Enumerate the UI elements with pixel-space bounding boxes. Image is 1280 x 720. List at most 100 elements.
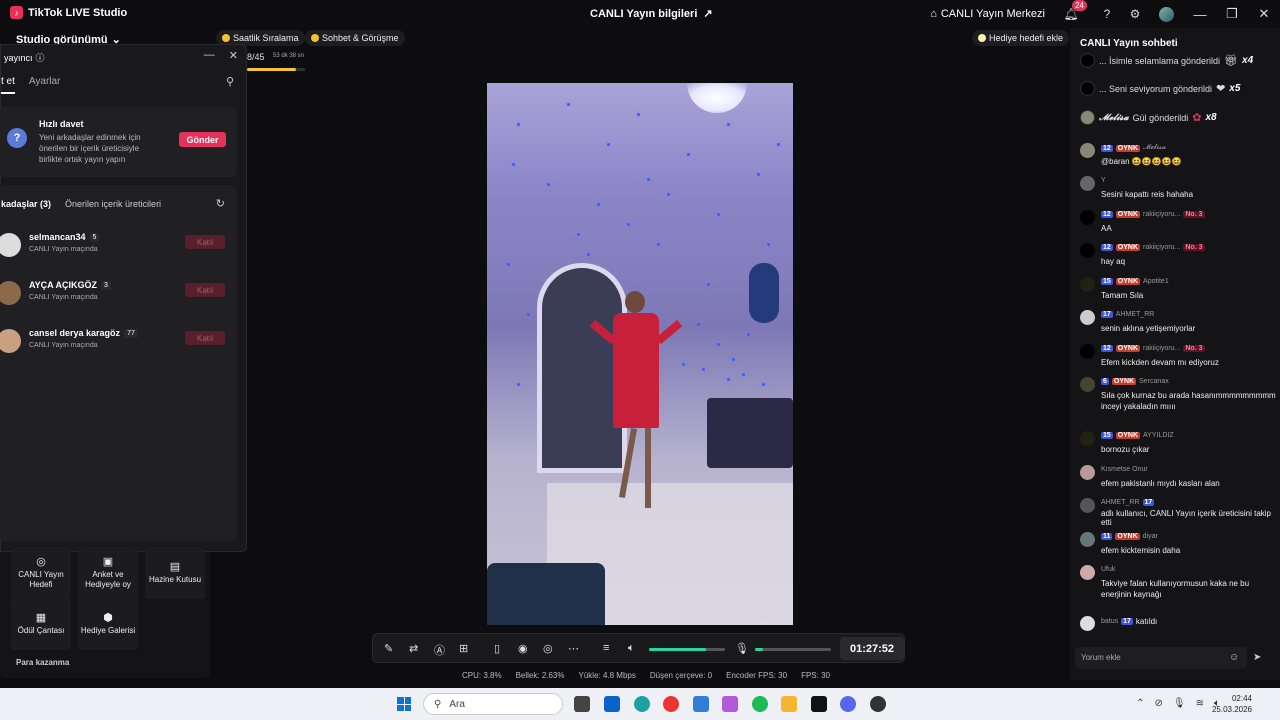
camera-icon[interactable]: ◎ [543, 642, 553, 655]
username[interactable]: Kısmetse Onur [1101, 466, 1148, 473]
poll-tool[interactable]: ▣ Anket ve Hediyeyle oy [78, 547, 138, 599]
copilot-icon[interactable] [722, 696, 738, 712]
phone-icon[interactable]: ▯ [494, 642, 500, 655]
mic-slider[interactable] [755, 648, 831, 651]
emoji-icon[interactable]: ☺ [1229, 652, 1239, 663]
username[interactable]: batus [1101, 618, 1118, 625]
send-icon[interactable]: ➤ [1253, 652, 1261, 663]
discord-icon[interactable] [840, 696, 856, 712]
magic-wand-icon[interactable]: ✎ [384, 642, 393, 655]
more-icon[interactable]: ⋯ [568, 642, 579, 655]
live-info-title[interactable]: CANLI Yayın bilgileri ↗ [590, 7, 713, 21]
maximize-button[interactable]: ❐ [1216, 6, 1248, 22]
username[interactable]: Sercanax [1139, 378, 1169, 385]
comment-input[interactable]: Yorum ekle [1075, 647, 1247, 669]
tiktok-icon[interactable] [811, 696, 827, 712]
chat-meet-chip[interactable]: Sohbet & Görüşme [305, 30, 405, 46]
wifi-icon[interactable]: ≋ [1196, 698, 1204, 709]
list-item: AYÇA AÇIKGÖZ 3 CANLI Yayın maçında Katıl [0, 277, 247, 313]
friends-card: kadaşlar (3) Önerilen içerik üreticileri… [0, 185, 237, 541]
refresh-icon[interactable]: ↻ [216, 197, 225, 210]
fan-club-badge: OYNK [1115, 244, 1141, 251]
live-center-button[interactable]: ⌂ CANLI Yayın Merkezi [930, 8, 1045, 20]
task-view-icon[interactable] [574, 696, 590, 712]
tab-suggested[interactable]: Önerilen içerik üreticileri [65, 199, 161, 209]
minimize-popup-button[interactable]: — [204, 49, 215, 62]
record-icon[interactable]: ◉ [518, 642, 528, 655]
avatar[interactable] [1080, 143, 1095, 158]
username[interactable]: 𝓜𝓮𝓵𝓲𝓼𝓪 [1143, 144, 1166, 152]
volume-slider[interactable] [649, 648, 725, 651]
join-button[interactable]: Katıl [185, 331, 225, 345]
chrome-icon[interactable] [663, 696, 679, 712]
username[interactable]: AYYILDIZ [1143, 432, 1174, 439]
add-source-icon[interactable]: ⊞ [459, 642, 468, 655]
search-input[interactable]: ⚲ Ara [423, 693, 563, 715]
progress-fill [247, 68, 297, 71]
avatar[interactable] [1080, 431, 1095, 446]
avatar[interactable] [1080, 498, 1095, 513]
username[interactable]: rakiiçiyoru... [1143, 345, 1180, 352]
join-button[interactable]: Katıl [185, 283, 225, 297]
username[interactable]: Apotite1 [1143, 278, 1169, 285]
spotify-icon[interactable] [752, 696, 768, 712]
username[interactable]: Ufuk [1101, 566, 1115, 573]
speaker-icon[interactable]: 🔈︎ [628, 642, 635, 655]
avatar[interactable] [1080, 344, 1095, 359]
username[interactable]: Y [1101, 177, 1106, 184]
gift-gallery-tool[interactable]: ⬢ Hediye Galerisi [78, 598, 138, 650]
network-icon[interactable]: ⊘ [1155, 698, 1163, 709]
avatar[interactable] [1080, 565, 1095, 580]
system-clock[interactable]: 02:44 25.03.2026 [1212, 693, 1252, 715]
gear-icon[interactable]: ⚙ [1127, 6, 1143, 22]
live-goal-tool[interactable]: ◎ CANLI Yayın Hedefi [11, 547, 71, 599]
avatar[interactable] [1159, 6, 1174, 22]
close-button[interactable]: ✕ [1248, 6, 1280, 22]
avatar[interactable] [1080, 277, 1095, 292]
mic-tray-icon[interactable]: 🎙︎ [1173, 698, 1186, 709]
message-header: Ufuk [1101, 566, 1115, 573]
username[interactable]: diyar [1143, 533, 1158, 540]
help-icon[interactable]: ? [1099, 6, 1115, 22]
join-button[interactable]: Katıl [185, 235, 225, 249]
avatar[interactable] [1080, 210, 1095, 225]
tab-invite[interactable]: t et [1, 76, 15, 94]
gift-goal-chip[interactable]: Hediye hedefi ekle [972, 30, 1070, 46]
minimize-button[interactable]: — [1184, 7, 1216, 22]
bell-icon[interactable]: 🔔︎ 24 [1063, 0, 1087, 22]
chevron-up-icon[interactable]: ⌃ [1136, 698, 1144, 709]
username[interactable]: AHMET_RR [1116, 311, 1155, 318]
close-icon[interactable]: ✕ [229, 49, 238, 62]
treasure-tool[interactable]: ▤ Hazine Kutusu [145, 547, 205, 599]
sliders-icon[interactable]: ≡ [603, 642, 609, 654]
avatar[interactable] [1080, 465, 1095, 480]
edge-icon[interactable] [634, 696, 650, 712]
info-icon[interactable]: ⓘ [36, 51, 45, 64]
avatar[interactable] [1080, 377, 1095, 392]
username[interactable]: rakiiçiyoru... [1143, 211, 1180, 218]
disco-light-spot [527, 313, 530, 316]
translate-icon[interactable]: ⇄ [409, 642, 418, 655]
username[interactable]: AHMET_RR [1101, 499, 1140, 506]
outlook-icon[interactable] [604, 696, 620, 712]
tab-friends[interactable]: kadaşlar (3) [1, 199, 51, 209]
share-icon[interactable]: ↗ [703, 7, 712, 20]
avatar[interactable] [1080, 532, 1095, 547]
settings-app-icon[interactable] [693, 696, 709, 712]
avatar[interactable] [1080, 310, 1095, 325]
mic-icon[interactable]: 🎙︎ [735, 642, 749, 655]
fan-club-badge: OYNK [1111, 378, 1137, 385]
file-explorer-icon[interactable] [781, 696, 797, 712]
tab-settings[interactable]: Ayarlar [29, 76, 61, 94]
reward-bag-tool[interactable]: ▦ Ödül Çantası [11, 598, 71, 650]
avatar[interactable] [1080, 176, 1095, 191]
avatar[interactable] [1080, 243, 1095, 258]
search-icon[interactable]: ⚲ [226, 75, 234, 88]
windows-start-icon[interactable] [397, 697, 411, 711]
message-text: Sıla çok kurnaz bu arada hasanımmmmmmmmm… [1101, 391, 1276, 411]
send-button[interactable]: Gönder [179, 132, 226, 147]
username[interactable]: rakiiçiyoru... [1143, 244, 1180, 251]
avatar[interactable] [1080, 616, 1095, 631]
ai-icon[interactable]: Ⓐ [434, 642, 445, 658]
obs-icon[interactable] [870, 696, 886, 712]
